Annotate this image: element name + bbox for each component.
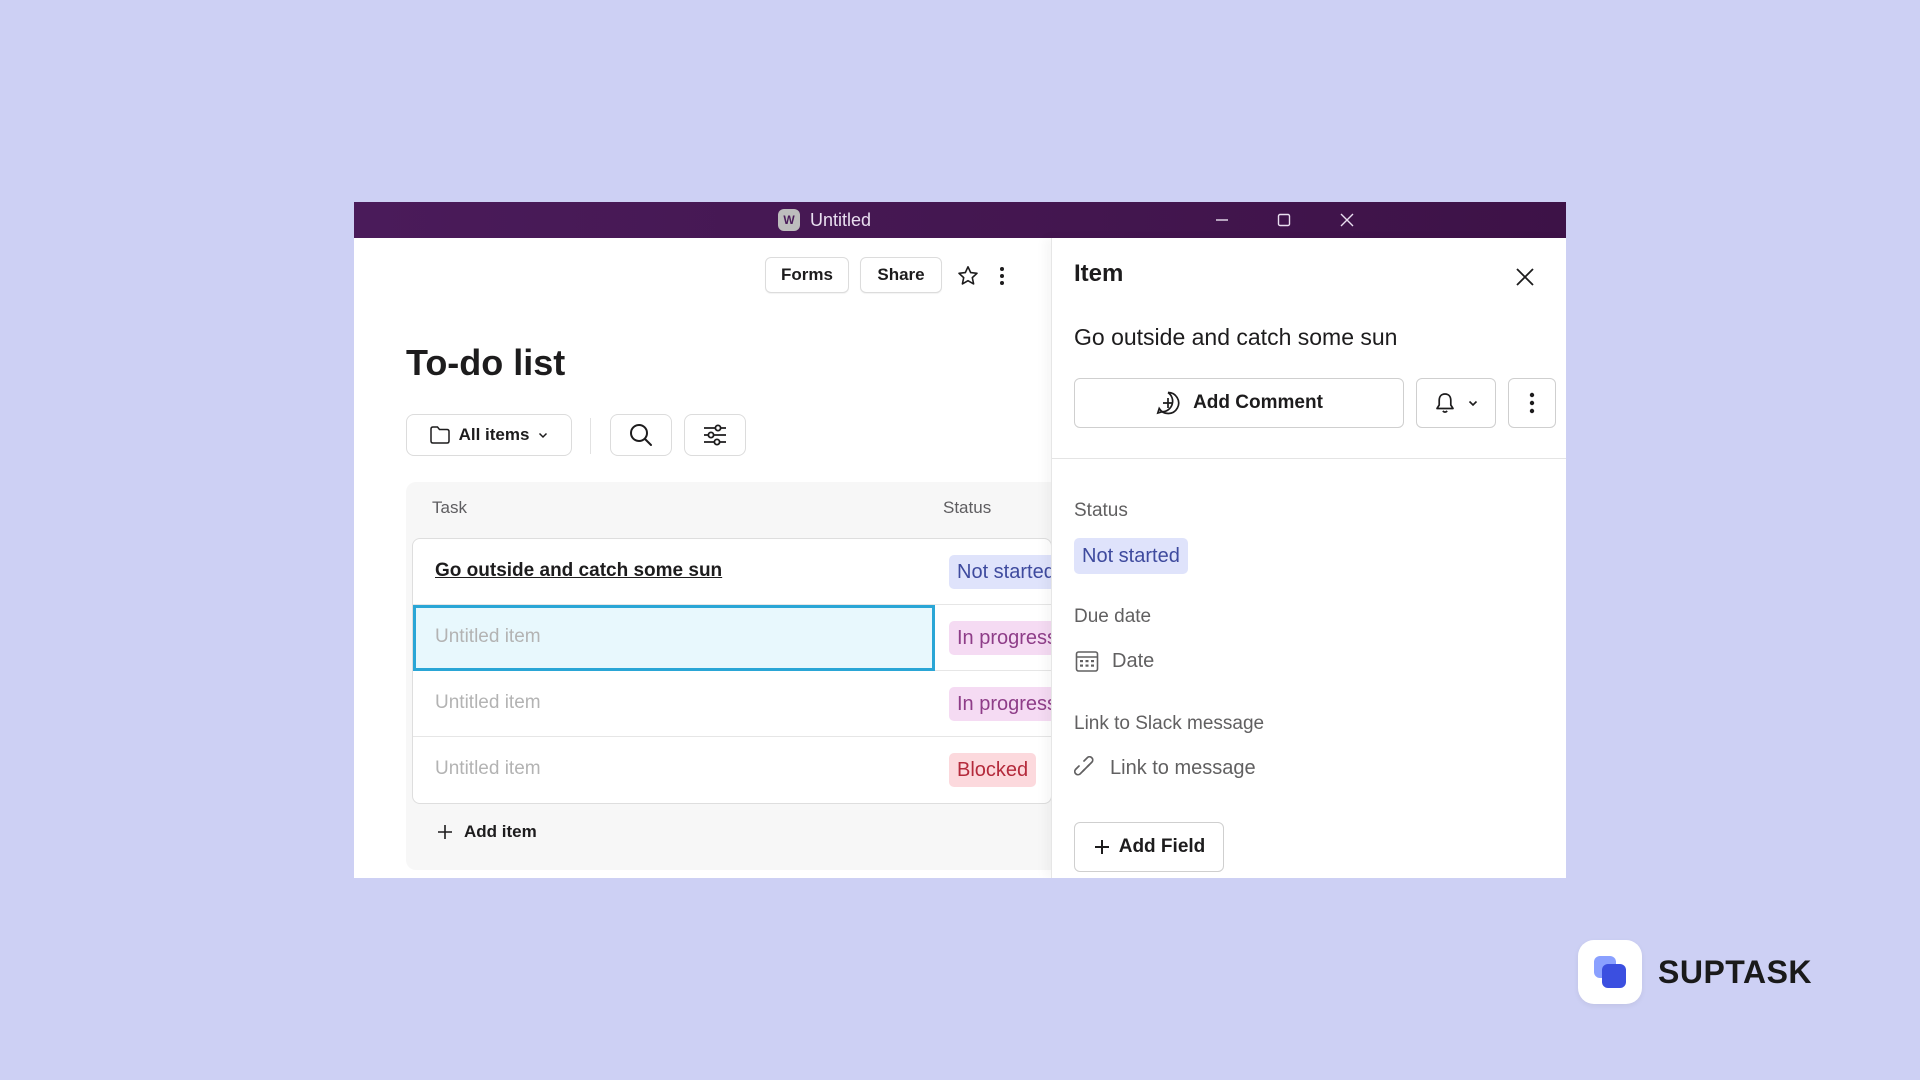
link-icon xyxy=(1074,756,1094,776)
filter-settings-button[interactable] xyxy=(684,414,746,456)
title-bar: W Untitled xyxy=(354,202,1566,238)
title-group: W Untitled xyxy=(778,202,871,238)
close-icon xyxy=(1516,268,1534,286)
toolbar-divider xyxy=(590,418,591,454)
add-comment-label: Add Comment xyxy=(1193,392,1323,413)
task-cell[interactable]: Untitled item xyxy=(435,758,541,780)
table-row[interactable]: Go outside and catch some sun Not starte… xyxy=(413,539,1051,605)
maximize-button[interactable] xyxy=(1264,202,1304,238)
status-badge[interactable]: Not started xyxy=(949,555,1051,589)
table-body: Go outside and catch some sun Not starte… xyxy=(412,538,1052,804)
app-window: W Untitled Forms Share To-do list All it… xyxy=(354,202,1566,878)
window-title: Untitled xyxy=(810,209,872,230)
item-detail-panel: Item Go outside and catch some sun Add C… xyxy=(1051,238,1566,878)
chevron-down-icon xyxy=(539,432,548,439)
due-date-placeholder: Date xyxy=(1112,649,1155,672)
task-cell[interactable]: Go outside and catch some sun xyxy=(435,560,722,582)
notifications-dropdown[interactable] xyxy=(1416,378,1496,428)
brand: SUPTASK xyxy=(1578,940,1812,1004)
status-badge[interactable]: In progress xyxy=(949,687,1051,721)
list-pane: Forms Share To-do list All items Task St… xyxy=(354,238,1066,878)
chevron-down-icon xyxy=(1468,400,1478,407)
page-title: To-do list xyxy=(406,342,566,383)
table-row[interactable]: Untitled item In progress xyxy=(413,605,1051,671)
add-comment-button[interactable]: Add Comment xyxy=(1074,378,1404,428)
forms-button[interactable]: Forms xyxy=(765,257,849,293)
minimize-button[interactable] xyxy=(1202,202,1242,238)
task-cell[interactable]: Untitled item xyxy=(435,692,541,714)
table-row[interactable]: Untitled item In progress xyxy=(413,671,1051,737)
star-button[interactable] xyxy=(954,262,982,290)
status-value-badge[interactable]: Not started xyxy=(1074,538,1188,574)
add-field-label: Add Field xyxy=(1118,836,1206,857)
status-field-label: Status xyxy=(1074,500,1128,521)
vertical-dots-icon xyxy=(1529,392,1535,414)
plus-icon xyxy=(438,825,452,839)
close-icon xyxy=(1340,213,1354,227)
calendar-icon xyxy=(1075,651,1099,672)
due-date-input[interactable]: Date xyxy=(1074,648,1154,674)
bell-icon xyxy=(1436,393,1454,413)
plus-icon xyxy=(1094,840,1109,854)
add-field-button[interactable]: Add Field xyxy=(1074,822,1224,872)
panel-title: Item xyxy=(1074,260,1124,287)
slack-link-input[interactable]: Link to message xyxy=(1074,756,1256,780)
status-badge[interactable]: In progress xyxy=(949,621,1051,655)
sliders-icon xyxy=(704,424,726,446)
filter-label: All items xyxy=(458,425,530,444)
section-divider xyxy=(1052,458,1566,459)
item-name[interactable]: Go outside and catch some sun xyxy=(1074,324,1397,351)
close-window-button[interactable] xyxy=(1327,202,1367,238)
share-button[interactable]: Share xyxy=(860,257,942,293)
maximize-icon xyxy=(1277,213,1291,227)
slack-link-placeholder: Link to message xyxy=(1110,756,1256,779)
slack-field-label: Link to Slack message xyxy=(1074,713,1265,734)
minimize-icon xyxy=(1216,219,1228,221)
column-header-status[interactable]: Status xyxy=(943,498,991,518)
folder-icon xyxy=(429,426,450,444)
due-date-field-label: Due date xyxy=(1074,606,1152,627)
vertical-dots-icon xyxy=(1000,267,1004,285)
search-button[interactable] xyxy=(610,414,672,456)
all-items-dropdown[interactable]: All items xyxy=(406,414,572,456)
table-row[interactable]: Untitled item Blocked xyxy=(413,737,1051,803)
task-cell[interactable]: Untitled item xyxy=(435,626,541,648)
app-badge: W xyxy=(778,209,800,231)
suptask-logo xyxy=(1578,940,1642,1004)
star-icon xyxy=(958,266,978,285)
search-icon xyxy=(630,424,652,446)
status-badge[interactable]: Blocked xyxy=(949,753,1037,787)
logo-icon xyxy=(1594,956,1626,988)
more-options-button[interactable] xyxy=(992,262,1012,290)
add-item-label: Add item xyxy=(464,822,537,841)
column-header-task[interactable]: Task xyxy=(432,498,467,518)
add-comment-icon xyxy=(1156,391,1180,415)
close-panel-button[interactable] xyxy=(1508,260,1542,294)
add-item-button[interactable]: Add item xyxy=(436,822,537,842)
brand-name: SUPTASK xyxy=(1658,953,1813,990)
item-more-button[interactable] xyxy=(1508,378,1556,428)
